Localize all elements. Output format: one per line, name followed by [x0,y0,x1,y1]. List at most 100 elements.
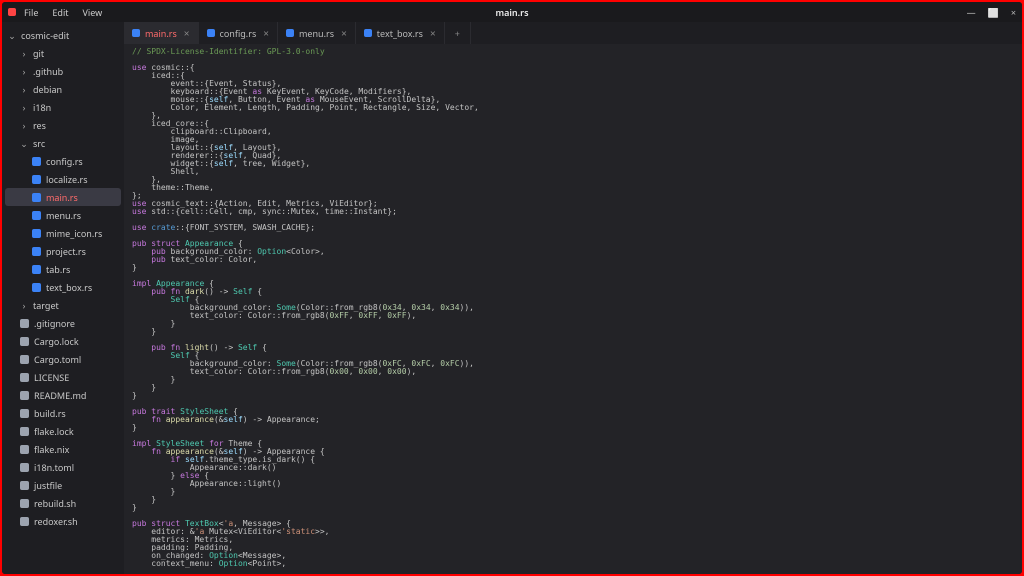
tree-file[interactable]: Cargo.lock [2,332,124,350]
tree-folder[interactable]: › .github [2,62,124,80]
editor-tab[interactable]: main.rs× [124,22,199,44]
tree-file[interactable]: justfile [2,476,124,494]
file-tree[interactable]: ⌄ cosmic-edit ›git›.github›debian›i18n›r… [2,22,124,574]
tree-file[interactable]: i18n.toml [2,458,124,476]
close-tab-icon[interactable]: × [430,26,436,40]
menu-bar: File Edit View [24,6,102,19]
minimize-button[interactable]: — [967,6,976,19]
tree-file[interactable]: README.md [2,386,124,404]
new-tab-button[interactable]: + [445,22,471,44]
tree-file[interactable]: tab.rs [2,260,124,278]
menu-file[interactable]: File [24,6,38,19]
close-button[interactable]: × [1011,6,1016,19]
file-icon [32,157,41,166]
tree-item-label: flake.nix [34,443,69,456]
chevron-right-icon: › [20,65,28,78]
tree-item-label: target [33,299,59,312]
tree-item-label: project.rs [46,245,86,258]
tree-folder[interactable]: ›debian [2,80,124,98]
menu-edit[interactable]: Edit [52,6,68,19]
tree-item-label: rebuild.sh [34,497,76,510]
tree-item-label: LICENSE [34,371,69,384]
tree-file[interactable]: Cargo.toml [2,350,124,368]
tree-file[interactable]: config.rs [2,152,124,170]
tree-file[interactable]: build.rs [2,404,124,422]
editor-tabs: main.rs×config.rs× menu.rs × text_box.rs × + [124,22,1022,44]
tree-folder[interactable]: ⌄ src [2,134,124,152]
editor-pane: main.rs×config.rs×menu.rs×text_box.rs×+ … [124,22,1022,574]
file-icon [32,175,41,184]
tree-root-label: cosmic-edit [21,29,69,42]
tree-item-label: .github [33,65,63,78]
close-tab-icon[interactable]: × [184,26,190,40]
tree-file[interactable]: flake.nix [2,440,124,458]
window-controls: — ⬜ × [967,6,1016,19]
tree-file[interactable]: localize.rs [2,170,124,188]
tree-item-label: debian [33,83,62,96]
tree-file[interactable]: flake.lock [2,422,124,440]
titlebar: File Edit View main.rs — ⬜ × [2,2,1022,22]
tree-file[interactable]: text_box.rs [2,278,124,296]
tree-item-label: tab.rs [46,263,70,276]
editor-tab[interactable]: menu.rs × [278,22,356,44]
app-icon [8,8,16,16]
tree-folder[interactable]: ›git [2,44,124,62]
tree-item-label: Cargo.lock [34,335,79,348]
tree-file[interactable]: project.rs [2,242,124,260]
tree-item-label: flake.lock [34,425,74,438]
code-editor[interactable]: // SPDX-License-Identifier: GPL-3.0-only… [124,44,1022,574]
tree-item-label: config.rs [46,155,83,168]
editor-tab[interactable]: text_box.rs × [356,22,445,44]
chevron-right-icon: › [20,101,28,114]
tab-label: menu.rs [299,27,334,40]
close-tab-icon[interactable]: × [263,26,269,40]
tree-file[interactable]: main.rs [5,188,121,206]
editor-tab[interactable]: config.rs× [199,22,278,44]
tree-item-label: i18n [33,101,51,114]
tree-item-label: menu.rs [46,209,81,222]
tree-item-label: justfile [34,479,62,492]
file-icon [32,265,41,274]
file-icon [32,211,41,220]
tree-item-label: redoxer.sh [34,515,78,528]
file-icon [32,247,41,256]
tree-folder[interactable]: › i18n [2,98,124,116]
tree-folder[interactable]: ›res [2,116,124,134]
tree-root[interactable]: ⌄ cosmic-edit [2,26,124,44]
file-icon [20,445,29,454]
tree-item-label: localize.rs [46,173,88,186]
tree-file[interactable]: LICENSE [2,368,124,386]
close-tab-icon[interactable]: × [341,26,347,40]
tree-file[interactable]: .gitignore [2,314,124,332]
file-icon [20,373,29,382]
file-icon [364,29,372,37]
tree-folder[interactable]: ›target [2,296,124,314]
menu-view[interactable]: View [83,6,103,19]
file-icon [32,229,41,238]
file-icon [20,355,29,364]
tree-file[interactable]: mime_icon.rs [2,224,124,242]
file-icon [20,481,29,490]
file-icon [20,517,29,526]
file-icon [132,29,140,37]
tree-file[interactable]: rebuild.sh [2,494,124,512]
tree-file[interactable]: redoxer.sh [2,512,124,530]
tree-item-label: src [33,137,45,150]
file-icon [286,29,294,37]
file-icon [32,283,41,292]
tree-item-label: Cargo.toml [34,353,81,366]
file-icon [20,391,29,400]
tree-file[interactable]: menu.rs [2,206,124,224]
tree-item-label: build.rs [34,407,66,420]
chevron-down-icon: ⌄ [8,29,16,42]
tree-item-label: text_box.rs [46,281,92,294]
tree-item-label: res [33,119,46,132]
window-title: main.rs [495,6,528,19]
chevron-down-icon: ⌄ [20,137,28,150]
file-icon [20,319,29,328]
maximize-button[interactable]: ⬜ [988,6,999,19]
file-icon [20,409,29,418]
chevron-right-icon: › [20,47,28,60]
tree-item-label: README.md [34,389,86,402]
tab-label: text_box.rs [377,27,423,40]
